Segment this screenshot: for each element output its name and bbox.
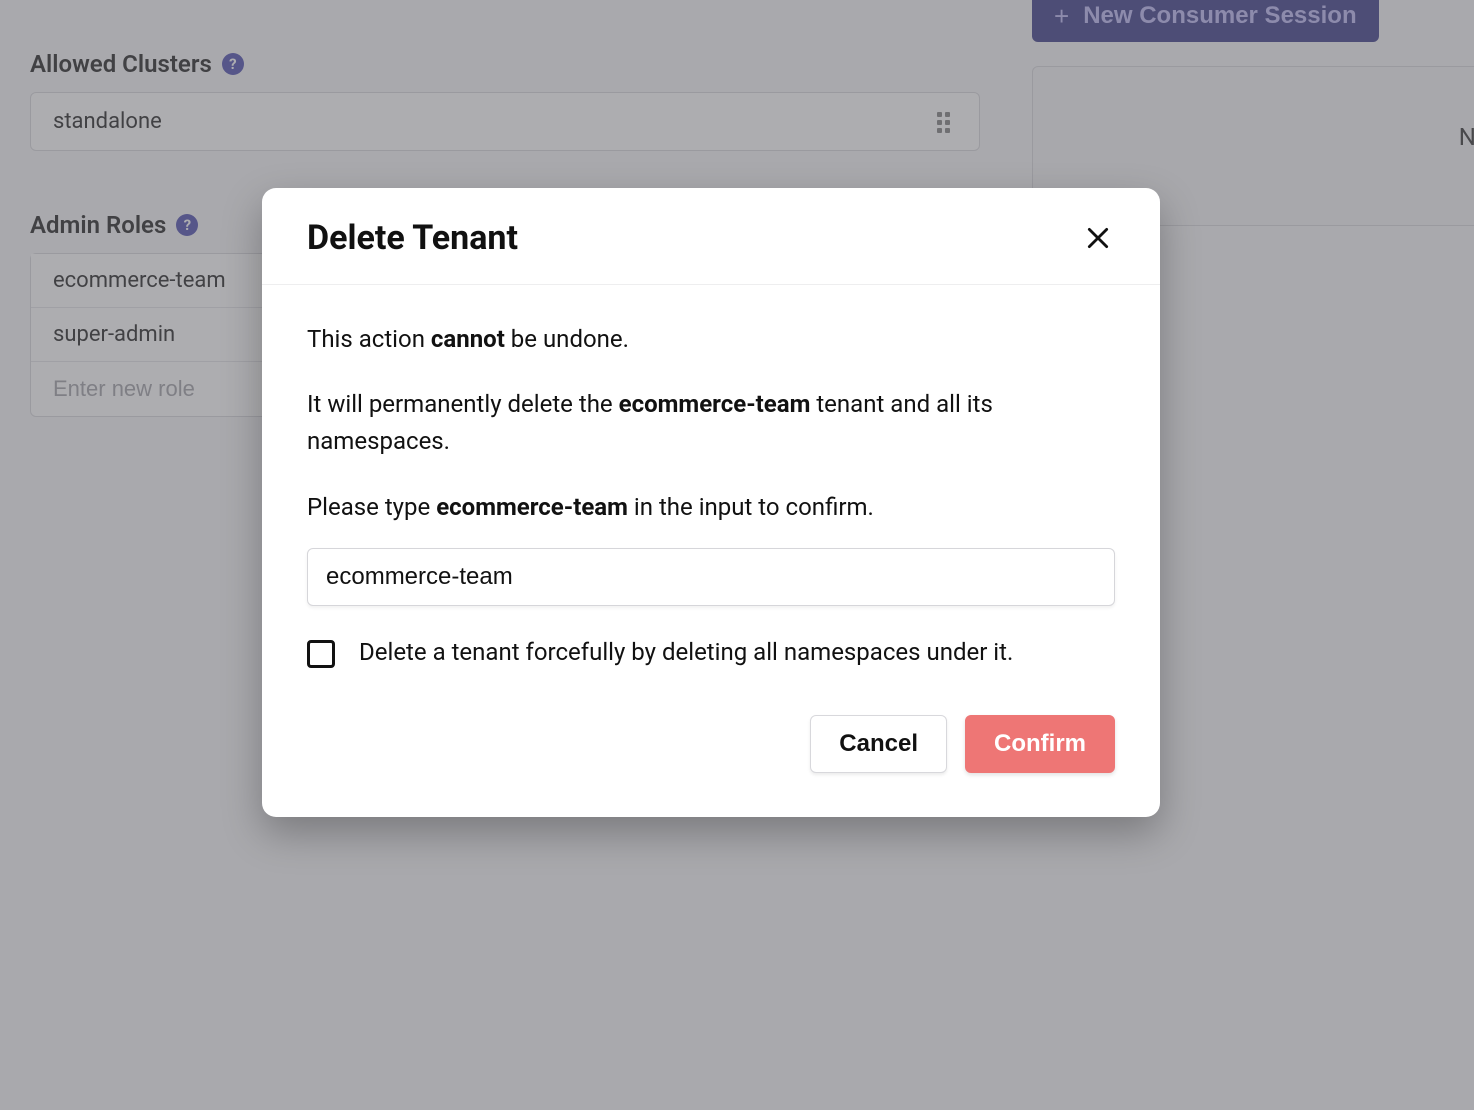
- confirm-line: Please type ecommerce-team in the input …: [307, 489, 1115, 526]
- modal-body: This action cannot be undone. It will pe…: [262, 285, 1160, 715]
- close-icon: [1085, 225, 1111, 251]
- warning-line: This action cannot be undone.: [307, 321, 1115, 358]
- force-delete-checkbox[interactable]: [307, 640, 335, 668]
- cancel-button[interactable]: Cancel: [810, 715, 947, 773]
- modal-title: Delete Tenant: [307, 218, 518, 258]
- modal-footer: Cancel Confirm: [262, 715, 1160, 817]
- close-button[interactable]: [1081, 221, 1115, 255]
- confirm-button[interactable]: Confirm: [965, 715, 1115, 773]
- modal-header: Delete Tenant: [262, 188, 1160, 285]
- force-delete-row: Delete a tenant forcefully by deleting a…: [307, 636, 1115, 670]
- confirm-input[interactable]: [307, 548, 1115, 606]
- body-line: It will permanently delete the ecommerce…: [307, 386, 1115, 460]
- force-delete-label: Delete a tenant forcefully by deleting a…: [359, 636, 1013, 670]
- delete-tenant-modal: Delete Tenant This action cannot be undo…: [262, 188, 1160, 817]
